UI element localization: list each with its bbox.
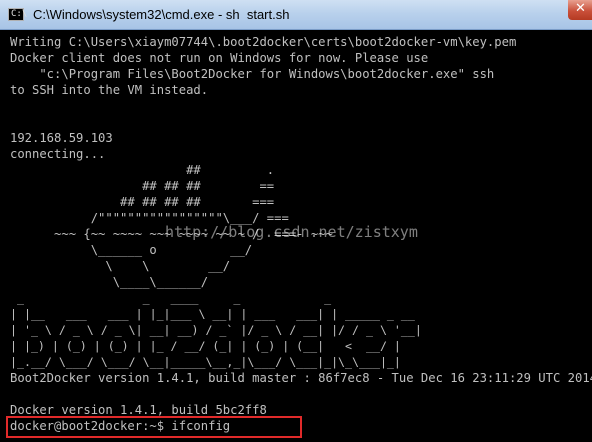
console-line: to SSH into the VM instead. [10,83,209,97]
ascii-art-line: ## ## ## == [10,179,275,193]
ascii-logo-line: | |_) | (_) | (_) | |_ / __/ (_| | (_) |… [10,339,401,353]
console-window: C:\ C:\Windows\system32\cmd.exe - sh sta… [0,0,592,442]
version-line: Boot2Docker version 1.4.1, build master … [10,371,592,385]
console-line: Docker client does not run on Windows fo… [10,51,429,65]
ascii-logo-line: |_.__/ \___/ \___/ \__|_____\__,_|\___/ … [10,355,401,369]
close-button[interactable]: ✕ [568,0,592,20]
ascii-art-line: \____\______/ [10,275,209,289]
ascii-art-line: ## ## ## ## === [10,195,275,209]
title-bar[interactable]: C:\ C:\Windows\system32\cmd.exe - sh sta… [0,0,592,30]
command-highlight-box [6,416,302,438]
console-output[interactable]: Writing C:\Users\xiaym07744\.boot2docker… [0,30,592,442]
ascii-art-line: ## . [10,163,275,177]
console-line: 192.168.59.103 [10,131,113,145]
window-title: C:\Windows\system32\cmd.exe - sh start.s… [33,7,290,22]
console-line: Writing C:\Users\xiaym07744\.boot2docker… [10,35,517,49]
cmd-prompt-icon[interactable]: C:\ [8,8,28,21]
app-icon-glyph: C:\ [11,9,28,19]
ascii-logo-line: | |__ ___ ___ | |_|___ \ __| | ___ ___| … [10,307,415,321]
console-line: connecting... [10,147,106,161]
ascii-art-line: \ \ __/ [10,259,231,273]
close-icon: ✕ [575,1,586,16]
watermark-text: http://blog.csdn.net/zistxym [165,223,418,241]
ascii-art-line: \______ o __/ [10,243,253,257]
ascii-logo-line: | '_ \ / _ \ / _ \| __| __) / _` |/ _ \ … [10,323,422,337]
console-line: "c:\Program Files\Boot2Docker for Window… [10,67,495,81]
ascii-logo-line: _ _ ____ _ _ [10,291,332,305]
